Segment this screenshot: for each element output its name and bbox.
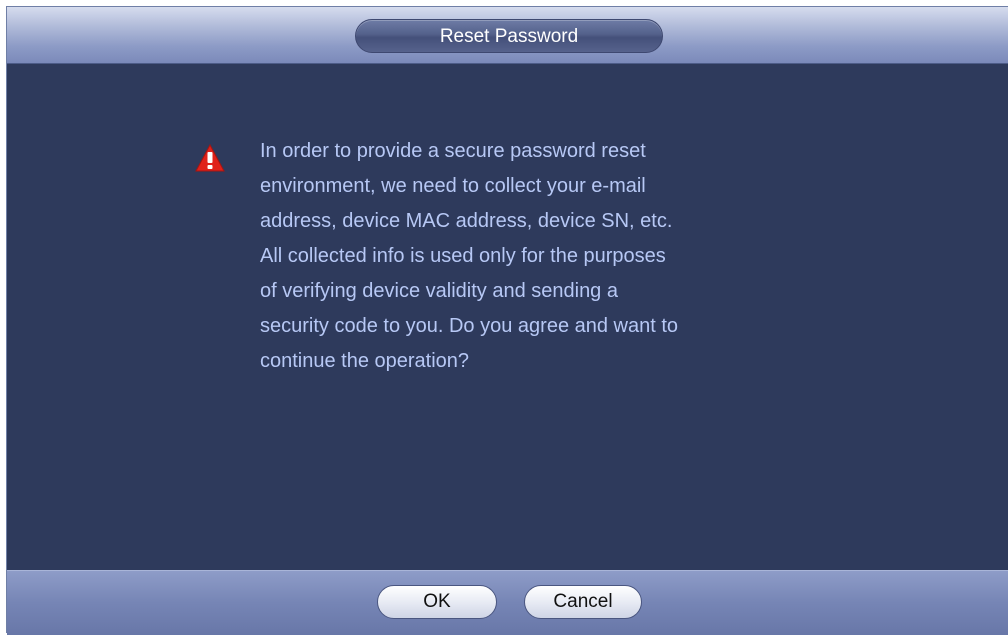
reset-password-dialog: Reset Password In order to provide a sec… (6, 6, 1008, 635)
cancel-button[interactable]: Cancel (524, 585, 642, 619)
message-line: In order to provide a secure password re… (260, 140, 646, 162)
warning-icon (195, 144, 225, 172)
message-line: of verifying device validity and sending… (260, 280, 618, 302)
message-text: In order to provide a secure password re… (260, 134, 800, 379)
message-line: All collected info is used only for the … (260, 245, 666, 267)
ok-button[interactable]: OK (377, 585, 497, 619)
dialog-content: In order to provide a secure password re… (7, 64, 1008, 570)
message-line: continue the operation? (260, 350, 470, 372)
button-bar: OK Cancel (7, 570, 1008, 635)
dialog-title: Reset Password (355, 19, 663, 53)
message-line: address, device MAC address, device SN, … (260, 210, 673, 232)
message-line: security code to you. Do you agree and w… (260, 315, 679, 337)
message-line: environment, we need to collect your e-m… (260, 175, 646, 197)
title-bar: Reset Password (7, 7, 1008, 64)
